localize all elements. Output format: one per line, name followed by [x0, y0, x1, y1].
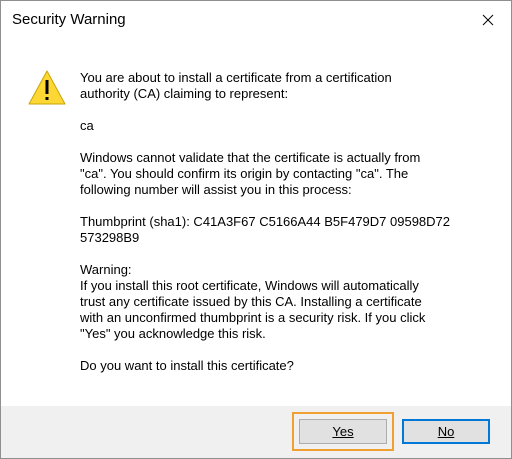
validation-text: Windows cannot validate that the certifi… — [80, 150, 421, 197]
certificate-subject: ca — [80, 118, 94, 133]
question-text: Do you want to install this certificate? — [80, 358, 294, 373]
warning-text: Warning: If you install this root certif… — [80, 262, 426, 341]
window-title: Security Warning — [12, 11, 126, 28]
yes-button-label: Yes — [332, 424, 354, 439]
title-bar[interactable]: Security Warning — [1, 1, 511, 39]
button-bar: Yes No — [1, 406, 511, 458]
no-button-label: No — [437, 424, 455, 439]
close-icon — [482, 14, 494, 26]
no-button[interactable]: No — [402, 419, 490, 444]
message-body: You are about to install a certificate f… — [80, 70, 490, 374]
security-warning-dialog: Security Warning You are about to instal… — [0, 0, 512, 459]
thumbprint-text: Thumbprint (sha1): C41A3F67 C5166A44 B5F… — [80, 214, 451, 245]
close-button[interactable] — [465, 1, 511, 39]
yes-button[interactable]: Yes — [299, 419, 387, 444]
intro-text: You are about to install a certificate f… — [80, 70, 392, 101]
warning-icon — [27, 69, 67, 107]
